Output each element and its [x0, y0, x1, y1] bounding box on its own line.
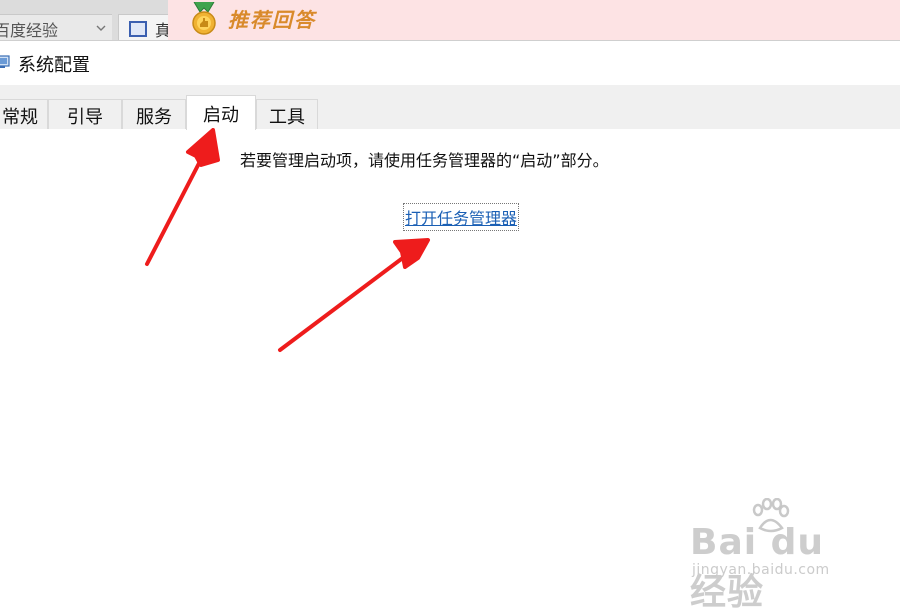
- browser-tab-active[interactable]: 真: [118, 14, 171, 41]
- tab-bar: 常规 引导 服务 启动 工具: [0, 85, 900, 130]
- recommended-banner: 推荐回答: [168, 0, 900, 41]
- browser-tab-label: 百度经验: [0, 21, 59, 40]
- window-title: 系统配置: [18, 55, 90, 76]
- paw-icon: [129, 21, 147, 37]
- banner-title: 推荐回答: [228, 8, 316, 32]
- medal-icon: [192, 2, 216, 35]
- startup-message: 若要管理启动项，请使用任务管理器的“启动”部分。: [240, 151, 609, 170]
- chevron-down-icon[interactable]: [96, 23, 106, 33]
- tab-services[interactable]: 服务: [122, 99, 186, 129]
- browser-tab[interactable]: 百度经验: [0, 14, 112, 41]
- tab-tools[interactable]: 工具: [256, 99, 318, 129]
- window-titlebar: 系统配置: [0, 41, 900, 85]
- tab-startup[interactable]: 启动: [186, 95, 256, 130]
- baidu-jingyan-watermark: Bai du 经验 jingyan.baidu.com: [690, 498, 860, 613]
- system-config-icon: [0, 55, 10, 68]
- tab-general[interactable]: 常规: [0, 99, 48, 129]
- tab-boot[interactable]: 引导: [48, 99, 122, 129]
- open-task-manager-link[interactable]: 打开任务管理器: [402, 203, 520, 231]
- watermark-url: jingyan.baidu.com: [692, 562, 830, 578]
